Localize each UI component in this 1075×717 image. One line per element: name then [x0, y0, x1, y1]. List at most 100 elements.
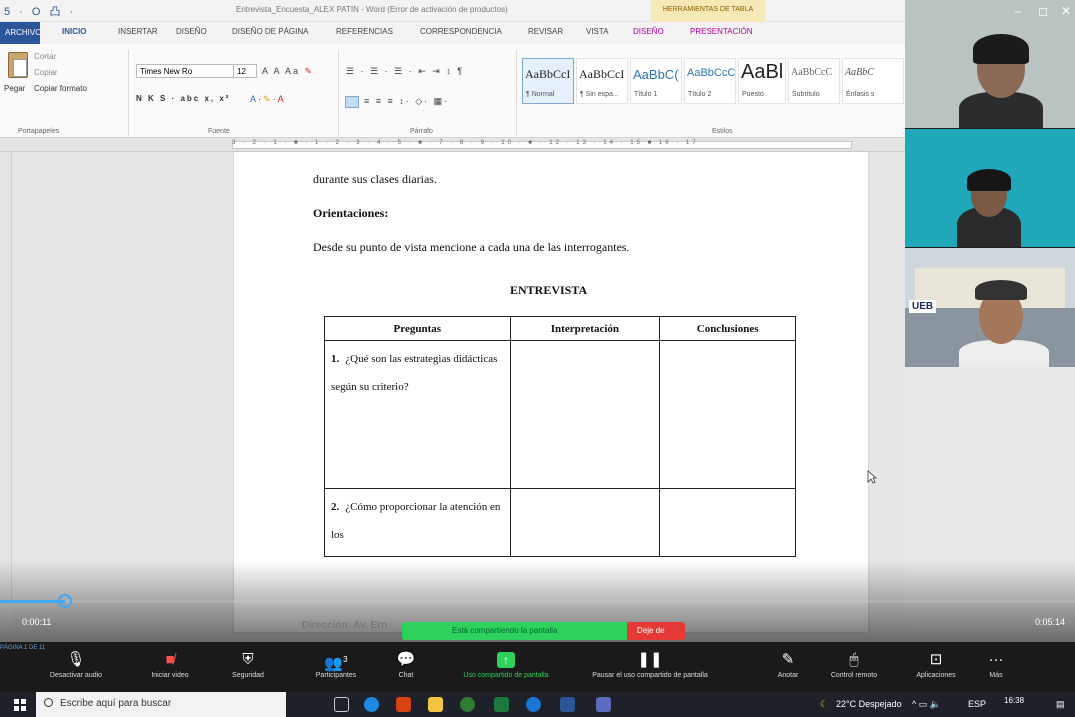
tab-correspondencia[interactable]: CORRESPONDENCIA — [420, 27, 502, 36]
start-video-button[interactable]: ■̸ Iniciar video — [130, 642, 210, 692]
style-normal[interactable]: AaBbCcI ¶ Normal — [522, 58, 574, 104]
font-name-select[interactable]: Times New Ro — [136, 64, 236, 78]
word-app-icon[interactable] — [560, 697, 575, 712]
tab-diseno[interactable]: DISEÑO — [176, 27, 207, 36]
participants-button[interactable]: 👥3 Participantes — [296, 642, 376, 692]
align-left-icon[interactable] — [345, 96, 359, 108]
participants-icon: 👥3 — [324, 655, 348, 672]
word-title-bar: 5 · O 凸 · Entrevista_Encuesta_ALEX PATIN… — [0, 0, 905, 22]
font-format-buttons[interactable]: N K S · abc x, x² — [136, 94, 230, 103]
list-icons[interactable]: ☰ · ☰ · ☰ · ⇤ ⇥ ↕ ¶ — [346, 66, 464, 77]
cut-button[interactable]: Cortar — [34, 52, 56, 61]
share-screen-button[interactable]: ↑ Uso compartido de pantalla — [446, 642, 566, 692]
edge-icon[interactable] — [364, 697, 379, 712]
clock[interactable]: 16:38 — [1004, 696, 1024, 705]
paragraph-group-label: Párrafo — [410, 128, 433, 135]
powerpoint-icon[interactable] — [396, 697, 411, 712]
font-group-label: Fuente — [208, 128, 230, 135]
playback-progress[interactable] — [0, 594, 1075, 608]
table-row: 2. ¿Cómo proporcionar la atención en los — [324, 488, 796, 557]
minimize-icon[interactable]: – — [1015, 4, 1022, 18]
interview-table[interactable]: Preguntas Interpretación Conclusiones 1.… — [324, 316, 796, 557]
format-painter-button[interactable]: Copiar formato — [34, 84, 87, 93]
body-text-line: durante sus clases diarias. — [313, 172, 437, 186]
participant-body — [959, 340, 1049, 367]
tab-table-design[interactable]: DISEÑO — [633, 27, 664, 36]
close-icon[interactable]: ✕ — [1061, 4, 1071, 18]
tab-diseno-pagina[interactable]: DISEÑO DE PÁGINA — [232, 27, 308, 36]
photos-icon[interactable] — [596, 697, 611, 712]
total-time: 0:05:14 — [1035, 617, 1066, 627]
orientaciones-heading: Orientaciones: — [313, 206, 389, 220]
font-color-icons[interactable]: A·✎·A — [250, 94, 286, 105]
tray-icons[interactable]: ^ ▭ 🔈 — [912, 699, 941, 710]
font-size-select[interactable]: 12 — [233, 64, 257, 78]
conclusion-cell[interactable] — [659, 488, 796, 557]
elapsed-time: 0:00:11 — [22, 617, 52, 627]
mute-audio-button[interactable]: 🎙 Desactivar audio — [36, 642, 116, 692]
alignment-icons[interactable]: ≡ ≡ ≡ ↕· ◇· ▦· — [364, 96, 449, 107]
tab-revisar[interactable]: REVISAR — [528, 27, 563, 36]
question-number: 1. — [331, 353, 340, 365]
style-heading-2[interactable]: AaBbCcC Título 2 — [684, 58, 736, 104]
language-indicator[interactable]: ESP — [968, 699, 986, 709]
zoom-app-icon[interactable] — [526, 697, 541, 712]
weather-icon: ☾ — [820, 699, 829, 709]
chat-icon: 💬 — [396, 651, 416, 668]
tab-archivo[interactable]: ARCHIVO — [0, 22, 41, 44]
weather-text[interactable]: 22°C Despejado — [836, 699, 902, 709]
paste-button[interactable]: Pegar — [4, 84, 25, 93]
taskbar-search[interactable]: Escribe aquí para buscar — [36, 692, 286, 717]
participant-cap — [975, 280, 1027, 300]
paste-icon[interactable] — [8, 52, 28, 78]
vertical-ruler[interactable] — [0, 152, 12, 602]
font-grow-shrink-icons[interactable]: A A Aa ✎ — [262, 66, 314, 77]
chat-button[interactable]: 💬 Chat — [366, 642, 446, 692]
interpretation-cell[interactable] — [509, 488, 661, 557]
participant-video-2[interactable] — [905, 129, 1075, 247]
task-view-icon[interactable] — [334, 697, 349, 712]
share-icon: ↑ — [497, 652, 515, 668]
chrome-icon[interactable] — [460, 697, 475, 712]
style-heading-1[interactable]: AaBbC( Título 1 — [630, 58, 682, 104]
tab-referencias[interactable]: REFERENCIAS — [336, 27, 393, 36]
style-emphasis[interactable]: AaBbC Énfasis s — [842, 58, 904, 104]
interview-heading: ENTREVISTA — [510, 283, 588, 297]
more-button[interactable]: ··· Más — [956, 642, 1036, 692]
participant-video-3[interactable]: UEB — [905, 248, 1075, 367]
clipboard-group-label: Portapapeles — [18, 128, 60, 135]
tab-insertar[interactable]: INSERTAR — [118, 27, 158, 36]
interpretation-cell[interactable] — [509, 340, 661, 489]
progress-fill — [0, 600, 65, 603]
question-cell[interactable]: 1. ¿Qué son las estrategias didácticas se… — [324, 340, 511, 489]
security-button[interactable]: ⛨ Seguridad — [208, 642, 288, 692]
table-header-row: Preguntas Interpretación Conclusiones — [324, 316, 796, 341]
style-no-spacing[interactable]: AaBbCcI ¶ Sin espa... — [576, 58, 628, 104]
ribbon-tabs: ARCHIVO INICIO INSERTAR DISEÑO DISEÑO DE… — [0, 22, 905, 44]
windows-start-icon[interactable] — [14, 699, 26, 711]
excel-icon[interactable] — [494, 697, 509, 712]
file-explorer-icon[interactable] — [428, 697, 443, 712]
group-divider — [128, 50, 129, 136]
sharing-status-banner[interactable]: Está compartiendo la pantalla — [402, 622, 627, 640]
conclusion-cell[interactable] — [659, 340, 796, 489]
stop-share-button[interactable]: Deje de — [627, 622, 685, 640]
participant-video-1[interactable]: – ◻ ✕ — [905, 0, 1075, 128]
remote-control-button[interactable]: 🖱 Control remoto — [814, 642, 894, 692]
question-cell[interactable]: 2. ¿Cómo proporcionar la atención en los — [324, 488, 511, 557]
style-title[interactable]: AaBl Puesto — [738, 58, 786, 104]
quick-access-toolbar[interactable]: 5 · O 凸 · — [4, 3, 76, 19]
participant-hair — [967, 169, 1011, 191]
tab-table-layout[interactable]: PRESENTACIÓN — [690, 27, 753, 36]
style-subtitle[interactable]: AaBbCcC Subtítulo — [788, 58, 840, 104]
copy-button[interactable]: Copiar — [34, 68, 58, 77]
restore-icon[interactable]: ◻ — [1038, 4, 1048, 18]
horizontal-ruler[interactable]: 3 · 2 · 1 · ■ · 1 · 2 · 3 · 4 · 5 · ■ · … — [0, 138, 905, 152]
pause-share-button[interactable]: ❚❚ Pausar el uso compartido de pantalla — [570, 642, 730, 692]
screen: 5 · O 凸 · Entrevista_Encuesta_ALEX PATIN… — [0, 0, 1075, 717]
group-divider — [516, 50, 517, 136]
notifications-icon[interactable]: ▤ — [1056, 699, 1065, 710]
progress-knob[interactable] — [58, 594, 72, 608]
tab-vista[interactable]: VISTA — [586, 27, 609, 36]
tab-inicio[interactable]: INICIO — [62, 27, 86, 36]
